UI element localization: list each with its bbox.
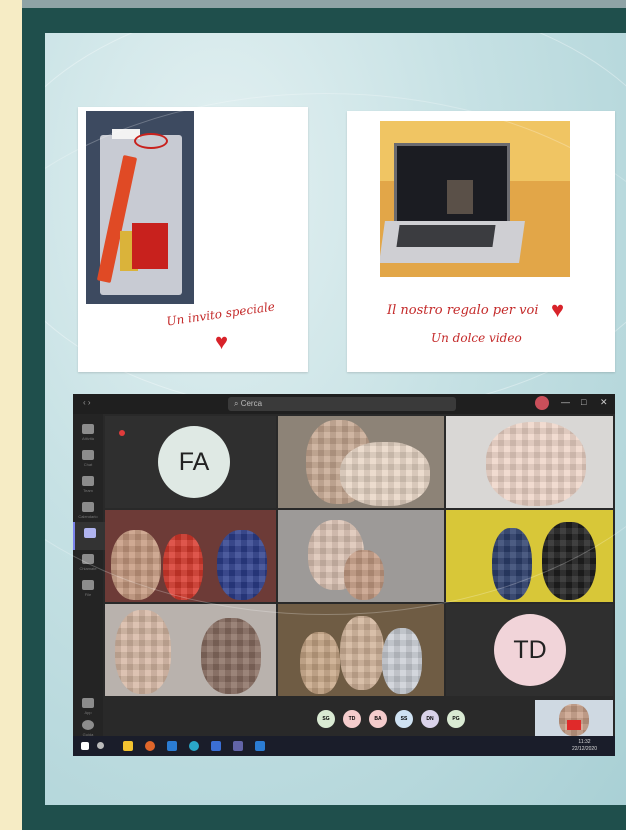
- initials-avatar: TD: [494, 614, 566, 686]
- blurred-figure: [542, 522, 596, 600]
- app-icon[interactable]: [167, 741, 177, 751]
- recording-dot-icon: [119, 430, 125, 436]
- app-icon[interactable]: [211, 741, 221, 751]
- blurred-face: [486, 422, 586, 506]
- teams-taskbar-icon[interactable]: [233, 741, 243, 751]
- participant-tile-video[interactable]: [105, 510, 276, 602]
- file-explorer-icon[interactable]: [123, 741, 133, 751]
- apps-icon: [82, 698, 94, 708]
- gift-bag: [100, 135, 182, 295]
- heart-icon: ♥: [551, 297, 565, 322]
- participant-avatar[interactable]: PG: [447, 710, 465, 728]
- edge-icon[interactable]: [189, 741, 199, 751]
- participant-tile-video[interactable]: [278, 510, 444, 602]
- blurred-face: [111, 530, 161, 600]
- participant-tile-video[interactable]: [446, 416, 613, 508]
- file-icon: [82, 580, 94, 590]
- laptop-base: [380, 221, 525, 263]
- search-icon: ⌕: [234, 399, 241, 408]
- heart-icon: ♥: [215, 329, 229, 354]
- app-rail: Attività Chat Team Calendario Chiamate F…: [73, 414, 105, 737]
- blurred-figure: [492, 528, 532, 600]
- rail-item-teams[interactable]: Team: [73, 470, 103, 498]
- laptop-screen: [394, 143, 510, 227]
- gift-caption-line1: Il nostro regalo per voi: [387, 303, 539, 318]
- blurred-face: [300, 632, 340, 694]
- blurred-face: [115, 610, 171, 694]
- blurred-figure: [163, 534, 203, 600]
- blurred-face: [201, 618, 261, 694]
- nav-arrows-icon[interactable]: ‹ ›: [83, 398, 91, 407]
- blurred-face: [340, 442, 430, 506]
- calendar-icon: [82, 502, 94, 512]
- search-icon[interactable]: [97, 742, 104, 749]
- rail-item-chat[interactable]: Chat: [73, 444, 103, 472]
- participant-tile-video[interactable]: [446, 510, 613, 602]
- chocolate-box: [132, 223, 168, 269]
- participant-avatar[interactable]: TD: [343, 710, 361, 728]
- chocolate-bar: [120, 231, 138, 271]
- teams-titlebar: ‹ › ⌕ Cerca — □ ✕: [73, 394, 615, 414]
- meeting-icon: [84, 528, 96, 538]
- gift-video-card: Il nostro regalo per voi ♥ Un dolce vide…: [347, 111, 615, 372]
- gift-caption-line2: Un dolce video: [431, 331, 522, 345]
- blurred-face: [308, 520, 364, 590]
- rail-item-files[interactable]: File: [73, 574, 103, 602]
- blurred-face: [306, 420, 372, 504]
- gift-tag: [112, 129, 140, 139]
- orange-pencil: [96, 154, 138, 284]
- blurred-figure: [382, 628, 422, 694]
- profile-avatar[interactable]: [535, 396, 549, 410]
- taskbar-time: 11:32: [578, 739, 591, 745]
- phone-icon: [82, 554, 94, 564]
- laptop-photo: [380, 121, 570, 277]
- invite-card: Un invito speciale ♥: [78, 107, 308, 372]
- presentation-slide: Un invito speciale ♥ Il nostro regalo pe…: [45, 33, 626, 805]
- frame-top-edge: [22, 0, 626, 8]
- rail-item-calls[interactable]: Chiamate: [73, 548, 103, 576]
- participant-tile-video[interactable]: [278, 604, 444, 696]
- classroom-wall: [380, 121, 570, 181]
- chat-icon: [82, 450, 94, 460]
- participant-avatar[interactable]: DN: [421, 710, 439, 728]
- initials-avatar: FA: [158, 426, 230, 498]
- video-thumbnail: [447, 180, 473, 214]
- participant-avatar[interactable]: SG: [317, 710, 335, 728]
- minimize-button[interactable]: —: [561, 397, 570, 407]
- app-icon[interactable]: [255, 741, 265, 751]
- participant-tile-td[interactable]: TD: [446, 604, 613, 696]
- firefox-icon[interactable]: [145, 741, 155, 751]
- search-placeholder: Cerca: [240, 399, 263, 408]
- help-icon: [82, 720, 94, 730]
- windows-start-icon[interactable]: [81, 742, 89, 750]
- participant-avatar[interactable]: SS: [395, 710, 413, 728]
- participant-tile-fa[interactable]: FA: [105, 416, 276, 508]
- blurred-figure: [217, 530, 267, 600]
- teams-meeting-screenshot: ‹ › ⌕ Cerca — □ ✕ Attività Chat Team Cal…: [73, 394, 615, 756]
- taskbar-date: 22/12/2020: [571, 746, 597, 752]
- participant-avatar-row: SG TD BA SS DN PG: [313, 708, 533, 730]
- windows-taskbar: 11:32 22/12/2020: [73, 736, 615, 756]
- bell-icon: [82, 424, 94, 434]
- ribbon-bow: [134, 133, 168, 149]
- maximize-button[interactable]: □: [581, 397, 586, 407]
- rail-item-meeting[interactable]: [73, 522, 105, 550]
- rail-item-activity[interactable]: Attività: [73, 418, 103, 446]
- gift-photo: [86, 111, 194, 304]
- participant-avatar[interactable]: BA: [369, 710, 387, 728]
- participant-tile-video[interactable]: [105, 604, 276, 696]
- blurred-face: [344, 550, 384, 600]
- search-input[interactable]: ⌕ Cerca: [228, 397, 456, 411]
- teams-icon: [82, 476, 94, 486]
- laptop-keyboard: [396, 225, 496, 247]
- rail-item-calendar[interactable]: Calendario: [73, 496, 103, 524]
- self-view-video[interactable]: [535, 700, 613, 736]
- invite-caption: Un invito speciale: [165, 299, 276, 329]
- participant-tile-video[interactable]: [278, 416, 444, 508]
- close-button[interactable]: ✕: [600, 397, 608, 408]
- blurred-face: [340, 616, 384, 690]
- taskbar-clock: 11:32 22/12/2020: [572, 739, 597, 753]
- red-mask: [567, 720, 581, 730]
